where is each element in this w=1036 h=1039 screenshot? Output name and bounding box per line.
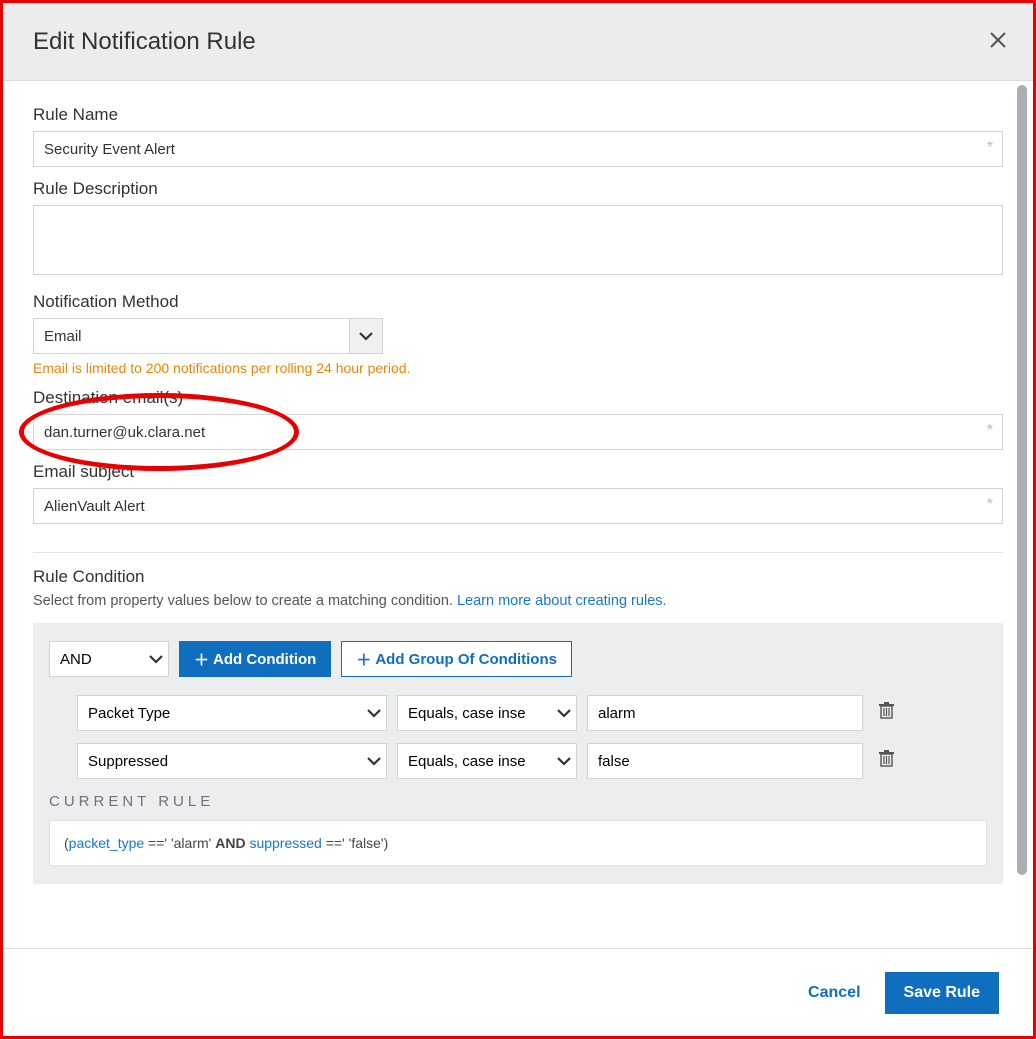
email-subject-label: Email subject: [33, 462, 1003, 482]
learn-more-link[interactable]: Learn more about creating rules.: [457, 593, 667, 609]
chevron-down-icon[interactable]: [557, 743, 571, 779]
notification-method-select[interactable]: [33, 318, 383, 354]
chevron-down-icon[interactable]: [557, 695, 571, 731]
divider: [33, 552, 1003, 553]
rule-condition-sub-text: Select from property values below to cre…: [33, 593, 457, 609]
add-group-button[interactable]: ＋Add Group Of Conditions: [341, 641, 572, 677]
chevron-down-icon[interactable]: [143, 641, 169, 677]
rule-and: AND: [215, 835, 245, 851]
destination-emails-label: Destination email(s): [33, 388, 1003, 408]
condition-row: [77, 743, 987, 779]
add-condition-label: Add Condition: [213, 651, 316, 668]
modal-header: Edit Notification Rule: [3, 3, 1033, 81]
destination-emails-input[interactable]: [33, 414, 1003, 450]
email-subject-input[interactable]: [33, 488, 1003, 524]
condition-field-select[interactable]: [77, 695, 387, 731]
modal-title: Edit Notification Rule: [33, 28, 256, 56]
current-rule-label: CURRENT RULE: [49, 793, 987, 810]
rule-literal: ==' 'alarm': [144, 835, 215, 851]
condition-operator-select[interactable]: [397, 743, 577, 779]
condition-operator-select[interactable]: [397, 695, 577, 731]
condition-row: [77, 695, 987, 731]
condition-toolbar: ＋Add Condition ＋Add Group Of Conditions: [49, 641, 987, 677]
current-rule-box: (packet_type ==' 'alarm' AND suppressed …: [49, 820, 987, 866]
rule-key: suppressed: [246, 835, 322, 851]
rule-description-input[interactable]: [33, 205, 1003, 275]
condition-field-select[interactable]: [77, 743, 387, 779]
condition-value-input[interactable]: [587, 743, 863, 779]
notification-method-label: Notification Method: [33, 292, 1003, 312]
chevron-down-icon[interactable]: [349, 318, 383, 354]
plus-icon: ＋: [356, 649, 371, 670]
trash-icon[interactable]: [873, 702, 899, 724]
condition-panel: ＋Add Condition ＋Add Group Of Conditions: [33, 623, 1003, 884]
cancel-button[interactable]: Cancel: [802, 983, 866, 1003]
condition-value-input[interactable]: [587, 695, 863, 731]
modal-footer: Cancel Save Rule: [3, 948, 1033, 1036]
save-rule-button[interactable]: Save Rule: [885, 972, 999, 1014]
rule-condition-sub: Select from property values below to cre…: [33, 593, 1003, 609]
add-group-label: Add Group Of Conditions: [375, 651, 557, 668]
rule-name-label: Rule Name: [33, 105, 1003, 125]
notification-method-warning: Email is limited to 200 notifications pe…: [33, 360, 1003, 376]
trash-icon[interactable]: [873, 750, 899, 772]
add-condition-button[interactable]: ＋Add Condition: [179, 641, 331, 677]
chevron-down-icon[interactable]: [367, 695, 381, 731]
close-icon[interactable]: [989, 29, 1007, 55]
rule-description-label: Rule Description: [33, 179, 1003, 199]
rule-condition-heading: Rule Condition: [33, 567, 1003, 587]
rule-key: packet_type: [69, 835, 145, 851]
rule-literal: ==' 'false'): [322, 835, 388, 851]
plus-icon: ＋: [194, 649, 209, 670]
chevron-down-icon[interactable]: [367, 743, 381, 779]
modal-body: Rule Name Rule Description Notification …: [3, 81, 1033, 948]
rule-name-input[interactable]: [33, 131, 1003, 167]
